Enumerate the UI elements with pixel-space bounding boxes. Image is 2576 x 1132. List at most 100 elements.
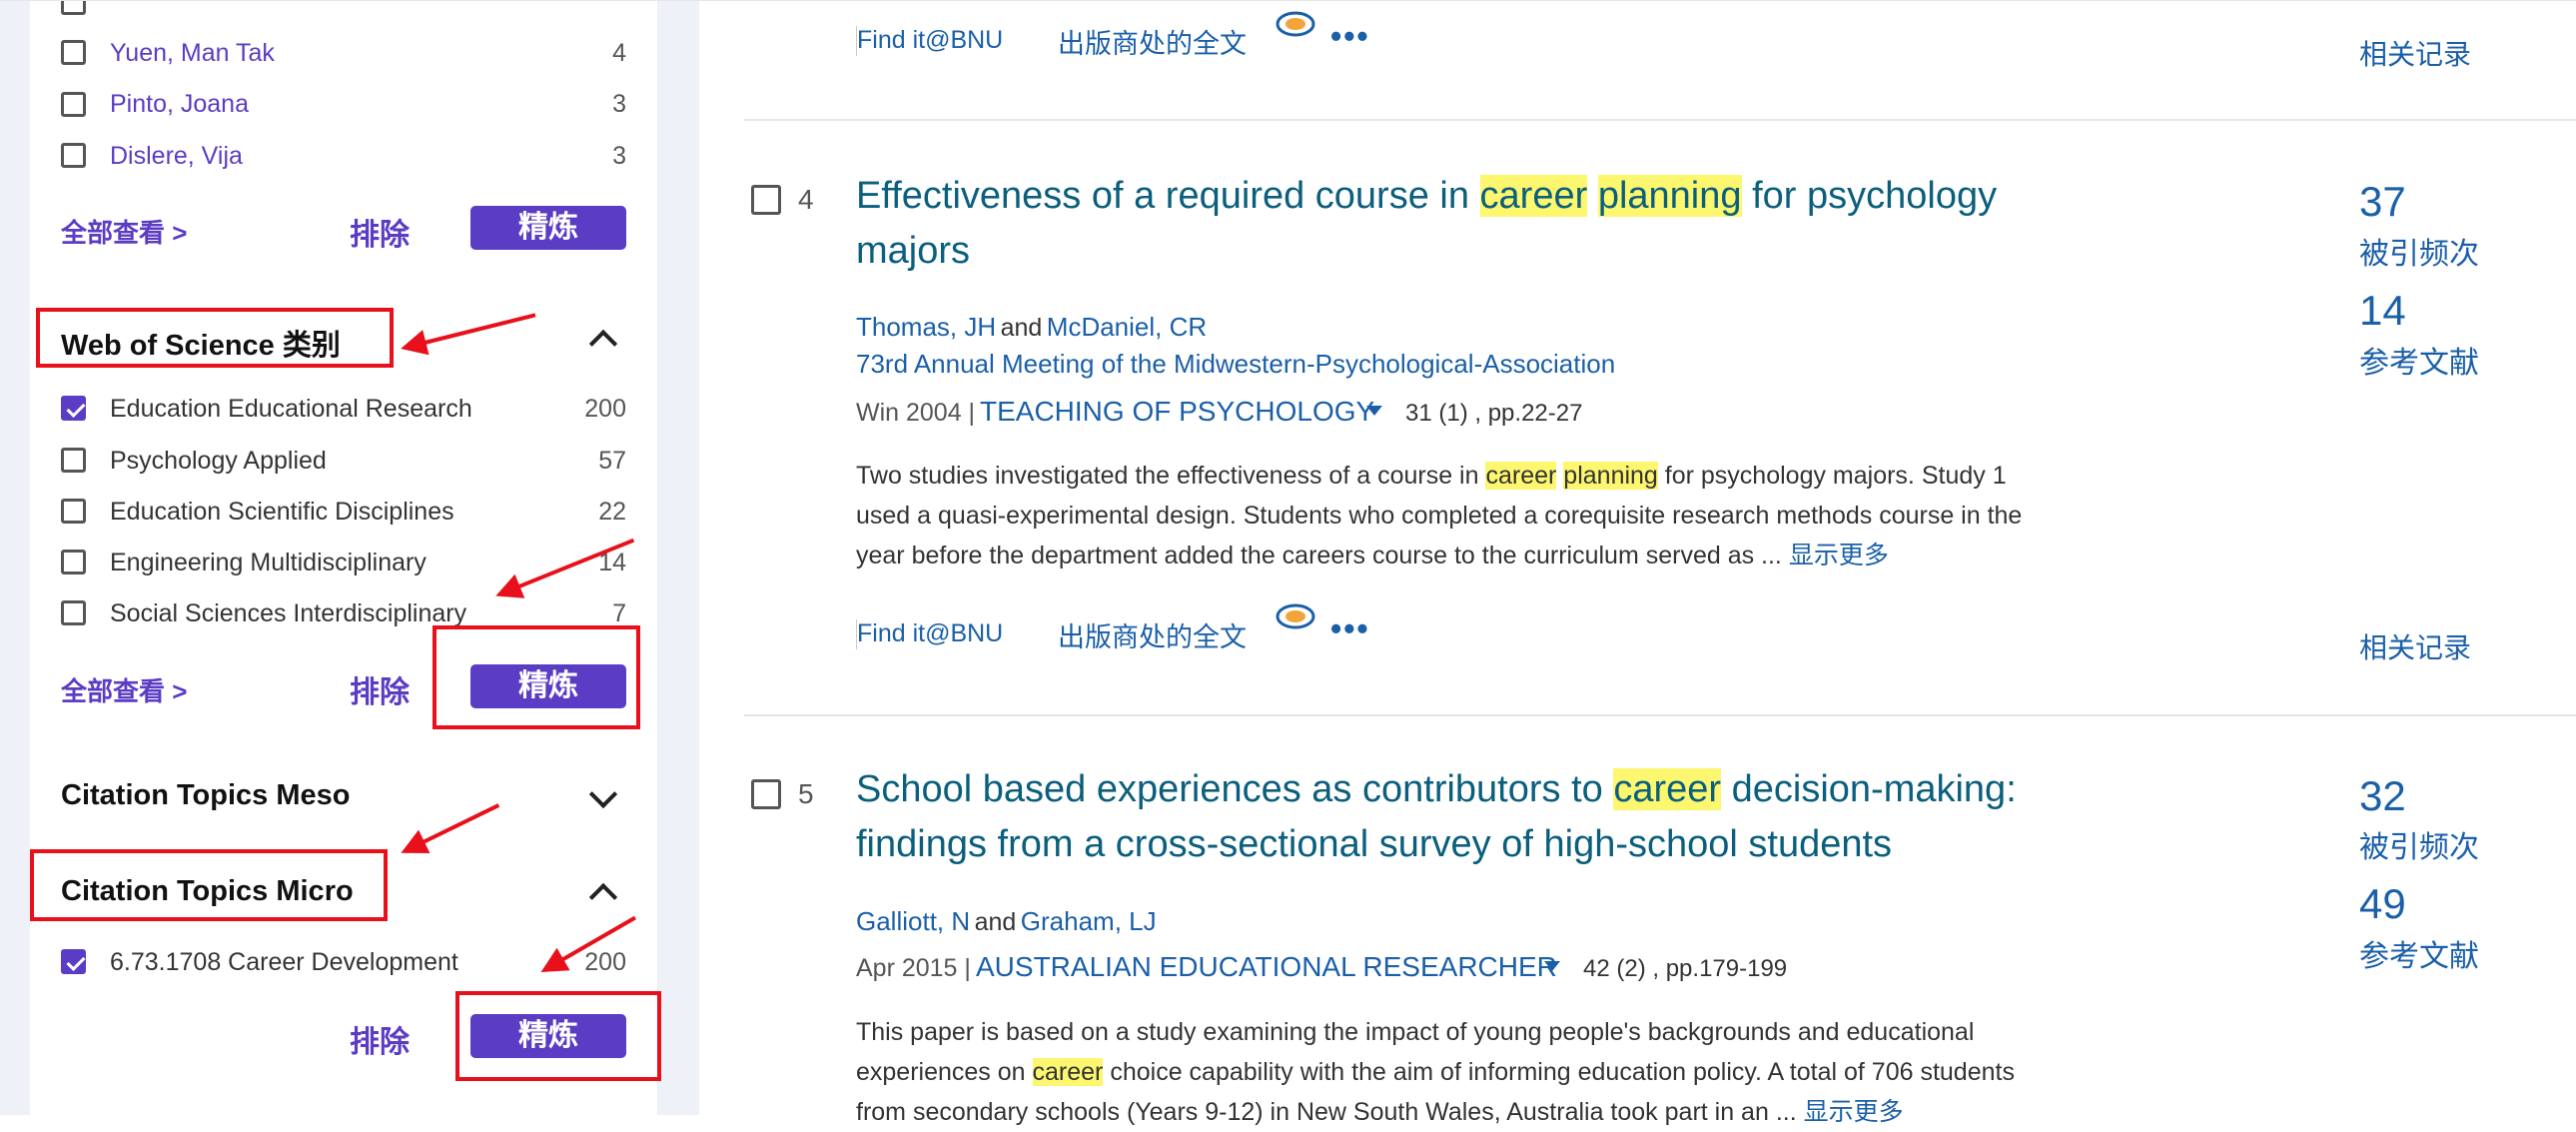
title-text: for psychology xyxy=(1741,175,1998,217)
title-text: majors xyxy=(856,230,971,272)
volume-pages: 42 (2) , pp.179-199 xyxy=(1583,955,1788,982)
abstract-text: from secondary schools (Years 9-12) in N… xyxy=(856,1098,1804,1126)
author-line: Thomas, JH and McDaniel, CR xyxy=(856,312,1207,343)
journal-link[interactable]: TEACHING OF PSYCHOLOGY xyxy=(980,396,1374,428)
abstract-text: year before the department added the car… xyxy=(856,542,1789,569)
show-more-link[interactable]: 显示更多 xyxy=(1804,1098,1904,1126)
title-highlight: planning xyxy=(1597,175,1742,217)
checkbox-wos-social-sciences[interactable] xyxy=(61,600,86,625)
author-and: and xyxy=(1000,314,1043,342)
publisher-fulltext-link[interactable]: 出版商处的全文 xyxy=(1058,22,1247,61)
related-records-link[interactable]: 相关记录 xyxy=(2359,626,2471,666)
checkbox-wos-psychology-applied[interactable] xyxy=(61,448,86,473)
checkbox-record-5[interactable] xyxy=(751,779,781,809)
author-filter-label[interactable]: Dislere, Vija xyxy=(110,142,243,171)
result-divider xyxy=(744,714,2576,716)
journal-dropdown-icon[interactable] xyxy=(1366,406,1382,416)
times-cited-count[interactable]: 37 xyxy=(2359,178,2406,226)
link-resolver-icon[interactable] xyxy=(1274,600,1317,632)
author-filter-label[interactable]: Pinto, Joana xyxy=(110,90,249,119)
publication-date: Win 2004 | xyxy=(856,399,976,427)
more-options-button[interactable]: ••• xyxy=(1330,18,1370,55)
abstract-text: used a quasi-experimental design. Studen… xyxy=(856,502,2023,530)
conference-link[interactable]: 73rd Annual Meeting of the Midwestern-Ps… xyxy=(856,349,1615,380)
wos-category-label: Social Sciences Interdisciplinary xyxy=(110,599,467,627)
record-title[interactable]: School based experiences as contributors… xyxy=(856,762,2017,872)
references-label: 参考文献 xyxy=(2359,347,2479,380)
checkbox-author-dislere[interactable] xyxy=(61,143,86,168)
exclude-button[interactable]: 排除 xyxy=(350,210,410,254)
find-it-image[interactable]: Find it@BNU xyxy=(856,26,1042,56)
abstract-text: for psychology majors. Study 1 xyxy=(1657,462,2007,490)
show-more-link[interactable]: 显示更多 xyxy=(1789,542,1889,569)
checkbox-author-pinto[interactable] xyxy=(61,92,86,117)
wos-category-label: Education Scientific Disciplines xyxy=(110,498,454,526)
record-number: 4 xyxy=(798,184,814,215)
abstract-text: This paper is based on a study examining… xyxy=(856,1018,1975,1046)
annotation-box xyxy=(455,991,661,1081)
view-all-link[interactable]: 全部查看 > xyxy=(61,671,187,708)
author-link[interactable]: Galliott, N xyxy=(856,906,970,936)
checkbox-author-hidden[interactable] xyxy=(61,0,86,15)
wos-category-count: 57 xyxy=(598,447,626,475)
exclude-button[interactable]: 排除 xyxy=(350,667,410,711)
abstract-text: Two studies investigated the effectivene… xyxy=(856,462,1486,490)
view-all-link[interactable]: 全部查看 > xyxy=(61,213,187,250)
author-and: and xyxy=(974,908,1017,936)
references-count[interactable]: 49 xyxy=(2359,880,2406,928)
author-filter-count: 4 xyxy=(612,39,626,67)
refine-button[interactable]: 精炼 xyxy=(470,206,626,250)
author-link[interactable]: McDaniel, CR xyxy=(1047,312,1207,342)
abstract: This paper is based on a study examining… xyxy=(856,1012,2135,1132)
title-text: decision-making: xyxy=(1721,768,2017,810)
journal-dropdown-icon[interactable] xyxy=(1544,961,1560,971)
wos-category-count: 200 xyxy=(584,395,626,423)
abstract-text: choice capability with the aim of inform… xyxy=(1103,1058,2015,1086)
volume-pages: 31 (1) , pp.22-27 xyxy=(1405,400,1583,427)
annotation-box xyxy=(36,308,394,368)
link-resolver-icon[interactable] xyxy=(1274,8,1317,40)
find-it-image[interactable]: Find it@BNU xyxy=(856,619,1042,649)
checkbox-micro-career-development[interactable] xyxy=(61,949,86,974)
wos-category-label: Education Educational Research xyxy=(110,395,472,423)
references-count[interactable]: 14 xyxy=(2359,287,2406,335)
abstract-highlight: planning xyxy=(1563,462,1658,490)
publisher-fulltext-link[interactable]: 出版商处的全文 xyxy=(1058,615,1247,654)
record-title[interactable]: Effectiveness of a required course in ca… xyxy=(856,169,1997,279)
title-highlight: career xyxy=(1479,175,1588,217)
checkbox-wos-education-research[interactable] xyxy=(61,396,86,421)
title-text: School based experiences as contributors… xyxy=(856,768,1614,810)
author-filter-count: 3 xyxy=(612,90,626,118)
checkbox-record-4[interactable] xyxy=(751,185,781,215)
related-records-link[interactable]: 相关记录 xyxy=(2359,33,2471,73)
times-cited-count[interactable]: 32 xyxy=(2359,772,2406,820)
checkbox-wos-education-scientific[interactable] xyxy=(61,499,86,524)
annotation-box xyxy=(30,849,388,921)
result-divider xyxy=(744,119,2576,121)
abstract-highlight: career xyxy=(1485,462,1557,490)
checkbox-author-yuen[interactable] xyxy=(61,40,86,65)
times-cited-label: 被引频次 xyxy=(2359,238,2479,271)
author-link[interactable]: Graham, LJ xyxy=(1021,906,1157,936)
title-highlight: career xyxy=(1613,768,1722,810)
more-options-button[interactable]: ••• xyxy=(1330,610,1370,647)
exclude-button[interactable]: 排除 xyxy=(350,1017,410,1061)
checkbox-wos-engineering[interactable] xyxy=(61,550,86,574)
publication-date: Apr 2015 | xyxy=(856,954,971,982)
times-cited-label: 被引频次 xyxy=(2359,831,2479,864)
annotation-box xyxy=(432,625,640,729)
author-link[interactable]: Thomas, JH xyxy=(856,312,996,342)
top-rule xyxy=(0,0,2576,1)
author-filter-label[interactable]: Yuen, Man Tak xyxy=(110,39,275,68)
title-text: Effectiveness of a required course in xyxy=(856,175,1480,217)
wos-category-label: Engineering Multidisciplinary xyxy=(110,549,427,576)
citation-topics-meso-title[interactable]: Citation Topics Meso xyxy=(61,779,350,812)
author-line: Galliott, N and Graham, LJ xyxy=(856,906,1157,937)
wos-category-label: Psychology Applied xyxy=(110,447,327,475)
record-number: 5 xyxy=(798,778,814,809)
title-text: findings from a cross-sectional survey o… xyxy=(856,823,1893,865)
wos-category-count: 22 xyxy=(598,498,626,526)
micro-topic-label: 6.73.1708 Career Development xyxy=(110,948,458,976)
abstract-text: experiences on xyxy=(856,1058,1033,1086)
journal-link[interactable]: AUSTRALIAN EDUCATIONAL RESEARCHER xyxy=(976,951,1557,983)
